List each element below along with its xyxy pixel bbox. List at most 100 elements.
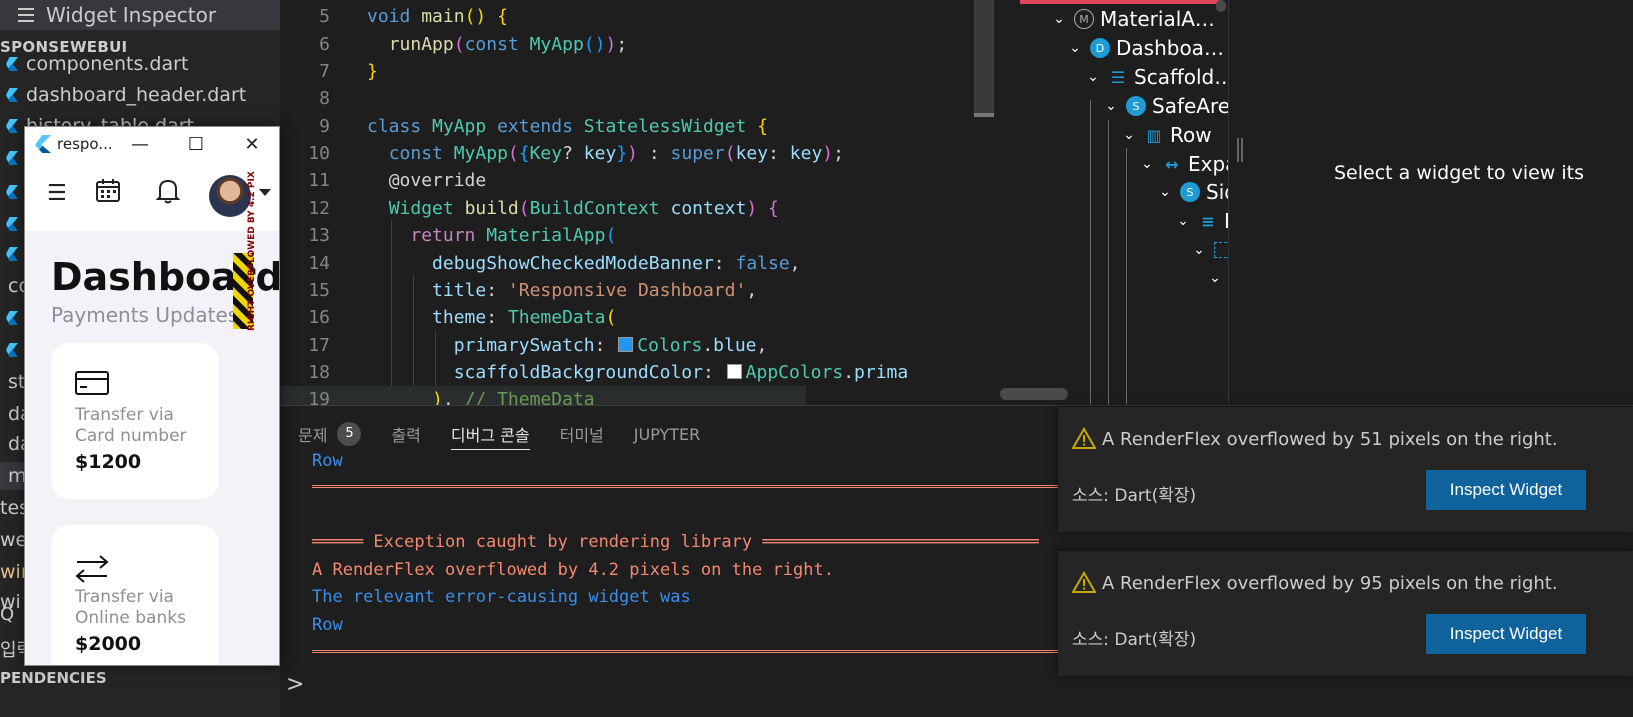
maximize-button[interactable]: ☐ [173, 127, 219, 161]
code-editor[interactable]: 5 void main() { 6 runApp(const MyApp()); … [280, 0, 916, 405]
tree-node-safearea[interactable]: ⌄ S SafeArea [1102, 92, 1228, 120]
container-icon [1214, 242, 1228, 258]
file-name: dashboard_header.dart [26, 84, 247, 106]
console-line: ═════ Exception caught by rendering libr… [312, 532, 1039, 552]
tab-debug-console[interactable]: 디버그 콘솔 [450, 418, 530, 450]
tab-output[interactable]: 출력 [391, 418, 420, 450]
chevron-down-icon[interactable]: ⌄ [1102, 98, 1120, 114]
dart-file-icon [6, 57, 18, 71]
console-prompt-chevron-icon[interactable]: > [286, 672, 304, 697]
card-amount: $1200 [75, 451, 142, 473]
panel-splitter[interactable] [1228, 0, 1248, 405]
dart-file-icon [6, 311, 18, 325]
color-swatch-white[interactable] [726, 364, 742, 379]
code-line: 11 @override [308, 170, 487, 191]
properties-hint: Select a widget to view its [1334, 162, 1584, 184]
chevron-down-icon[interactable]: ⌄ [1174, 213, 1192, 229]
console-line: Row [312, 615, 343, 635]
drawer-icon: ≡ [1201, 211, 1215, 231]
chevron-down-icon[interactable]: ⌄ [1050, 11, 1068, 27]
tree-vertical-scrollbar[interactable] [1216, 0, 1226, 12]
chevron-down-icon[interactable]: ⌄ [1138, 156, 1156, 172]
materialapp-badge-icon: M [1074, 9, 1094, 29]
minimap[interactable] [916, 0, 996, 405]
outline-label: Q [0, 604, 15, 625]
widget-inspector-label: Widget Inspector [46, 3, 217, 27]
card-label: Transfer via Online banks [75, 587, 186, 628]
calendar-icon[interactable] [95, 177, 121, 203]
safearea-badge-icon: S [1126, 96, 1146, 116]
widget-tree-panel: ⌄ M MaterialA… ⌄ D Dashboa… ⌄ ☰ Scaffold… ⌄ S Sa… [1000, 0, 1228, 405]
splitter-grip-icon[interactable] [1237, 138, 1243, 162]
code-line: 19 ), // ThemeData [280, 386, 806, 405]
chevron-down-icon[interactable] [259, 189, 271, 196]
dart-file-icon [6, 343, 18, 357]
warning-icon [1072, 427, 1096, 449]
tab-jupyter[interactable]: JUPYTER [634, 418, 701, 450]
row-icon: ▥ [1146, 125, 1162, 145]
tree-node-drawer[interactable]: ⌄≡D [1174, 207, 1228, 235]
page-subtitle: Payments Updates [51, 303, 239, 327]
tree-node-row[interactable]: ⌄ ▥ Row [1120, 121, 1211, 149]
tree-node-sidemenu[interactable]: ⌄ S Sid [1156, 178, 1228, 206]
chevron-down-icon[interactable]: ⌄ [1120, 127, 1138, 143]
widget-inspector-view-header[interactable]: Widget Inspector [0, 0, 280, 30]
chevron-down-icon[interactable]: ⌄ [1084, 69, 1102, 85]
code-line: 16 theme: ThemeData( [308, 307, 617, 328]
close-button[interactable]: ✕ [229, 127, 275, 161]
color-swatch-blue[interactable] [618, 337, 634, 352]
tree-node-container[interactable]: ⌄ [1190, 236, 1228, 264]
code-line: 6 runApp(const MyApp()); [319, 34, 628, 55]
notification-message: A RenderFlex overflowed by 51 pixels on … [1102, 429, 1558, 450]
tree-node-dashboard[interactable]: ⌄ D Dashboa… [1066, 34, 1224, 62]
chevron-down-icon[interactable]: ⌄ [1156, 184, 1174, 200]
code-line: 17 primarySwatch: Colors.blue, [308, 335, 768, 356]
notification-toast: A RenderFlex overflowed by 95 pixels on … [1058, 551, 1633, 676]
app-titlebar[interactable]: respo... — ☐ ✕ [25, 127, 279, 161]
problems-count-badge: 5 [337, 422, 362, 446]
tree-node-label: MaterialA… [1100, 7, 1215, 31]
inspect-widget-button[interactable]: Inspect Widget [1426, 470, 1586, 510]
tab-problems[interactable]: 문제 5 [298, 418, 362, 450]
hamburger-menu-icon[interactable]: ☰ [47, 181, 67, 206]
tree-node-child[interactable]: ⌄ [1206, 264, 1224, 292]
minimize-button[interactable]: — [117, 127, 163, 161]
code-line: 14 debugShowCheckedModeBanner: false, [308, 253, 801, 274]
tree-node-label: Dashboa… [1116, 36, 1224, 60]
card-amount: $2000 [75, 633, 142, 655]
dashboard-badge-icon: D [1090, 38, 1110, 58]
dart-file-icon [6, 247, 18, 261]
dart-file-icon [6, 119, 18, 133]
dependencies-header[interactable]: PENDENCIES [0, 666, 107, 690]
console-line: A RenderFlex overflowed by 4.2 pixels on… [312, 560, 834, 580]
file-item[interactable]: dashboard_header.dart [0, 81, 246, 109]
file-name: components.dart [26, 53, 189, 75]
tab-terminal[interactable]: 터미널 [560, 418, 604, 450]
file-item[interactable]: components.dart [0, 50, 188, 78]
avatar[interactable] [209, 175, 251, 217]
credit-card-icon [75, 371, 109, 395]
payment-card[interactable]: Transfer via Card number $1200 [51, 343, 219, 499]
code-line: 5 void main() { [319, 6, 508, 27]
console-line: Row [312, 451, 343, 471]
tree-node-label: Sid [1206, 180, 1228, 204]
chevron-down-icon[interactable]: ⌄ [1206, 270, 1224, 286]
chevron-down-icon[interactable]: ⌄ [1190, 242, 1208, 258]
bell-icon[interactable] [155, 177, 181, 205]
tree-node-label: Expa [1188, 152, 1228, 176]
tree-horizontal-scrollbar[interactable] [1000, 388, 1068, 400]
flutter-app-window[interactable]: respo... — ☐ ✕ ☰ Dashboard Payments Upda… [24, 126, 280, 666]
chevron-down-icon[interactable]: ⌄ [1066, 40, 1084, 56]
tree-node-materialapp[interactable]: ⌄ M MaterialA… [1050, 5, 1215, 33]
tree-node-label: Scaffold… [1134, 65, 1228, 89]
warning-icon [1072, 571, 1096, 593]
flutter-logo-icon [35, 135, 51, 153]
tree-node-scaffold[interactable]: ⌄ ☰ Scaffold… [1084, 63, 1228, 91]
code-line: 7} [319, 61, 378, 82]
payment-card[interactable]: Transfer via Online banks $2000 [51, 525, 219, 665]
transfer-arrows-icon [75, 555, 109, 583]
tree-node-expanded[interactable]: ⌄ ↔ Expa [1138, 150, 1228, 178]
inspect-widget-button[interactable]: Inspect Widget [1426, 614, 1586, 654]
minimap-slider[interactable] [974, 0, 994, 115]
notification-message: A RenderFlex overflowed by 95 pixels on … [1102, 573, 1558, 594]
